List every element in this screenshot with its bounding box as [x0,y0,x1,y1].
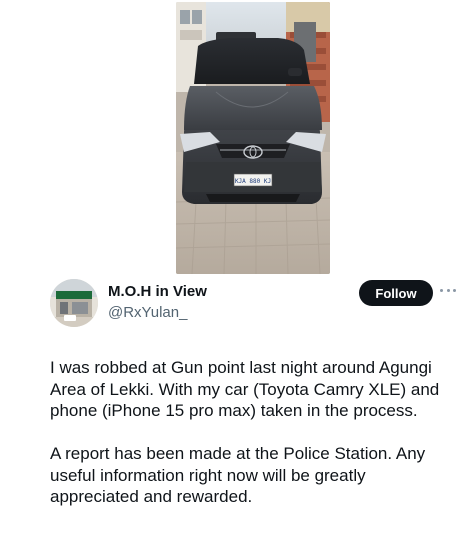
license-plate-text: KJA 880 KJ [235,178,271,185]
more-horizontal-icon[interactable] [440,285,456,295]
tweet-paragraph-2: A report has been made at the Police Sta… [50,444,426,506]
tweet-text: I was robbed at Gun point last night aro… [50,357,455,508]
more-dot [440,288,443,292]
author-display-name[interactable]: M.O.H in View [108,283,207,300]
avatar-storefront-icon [50,279,98,327]
tweet-screenshot: KJA 880 KJ M.O.H in View @RxYulan_ Follo… [0,0,467,557]
tweet-media-photo[interactable]: KJA 880 KJ [176,2,330,274]
author-handle[interactable]: @RxYulan_ [108,304,187,321]
more-dot [446,288,450,292]
follow-button[interactable]: Follow [359,280,433,306]
tweet-paragraph-1: I was robbed at Gun point last night aro… [50,358,440,420]
more-dot [453,288,456,292]
avatar[interactable] [50,279,98,327]
car-photo-illustration: KJA 880 KJ [176,2,330,274]
